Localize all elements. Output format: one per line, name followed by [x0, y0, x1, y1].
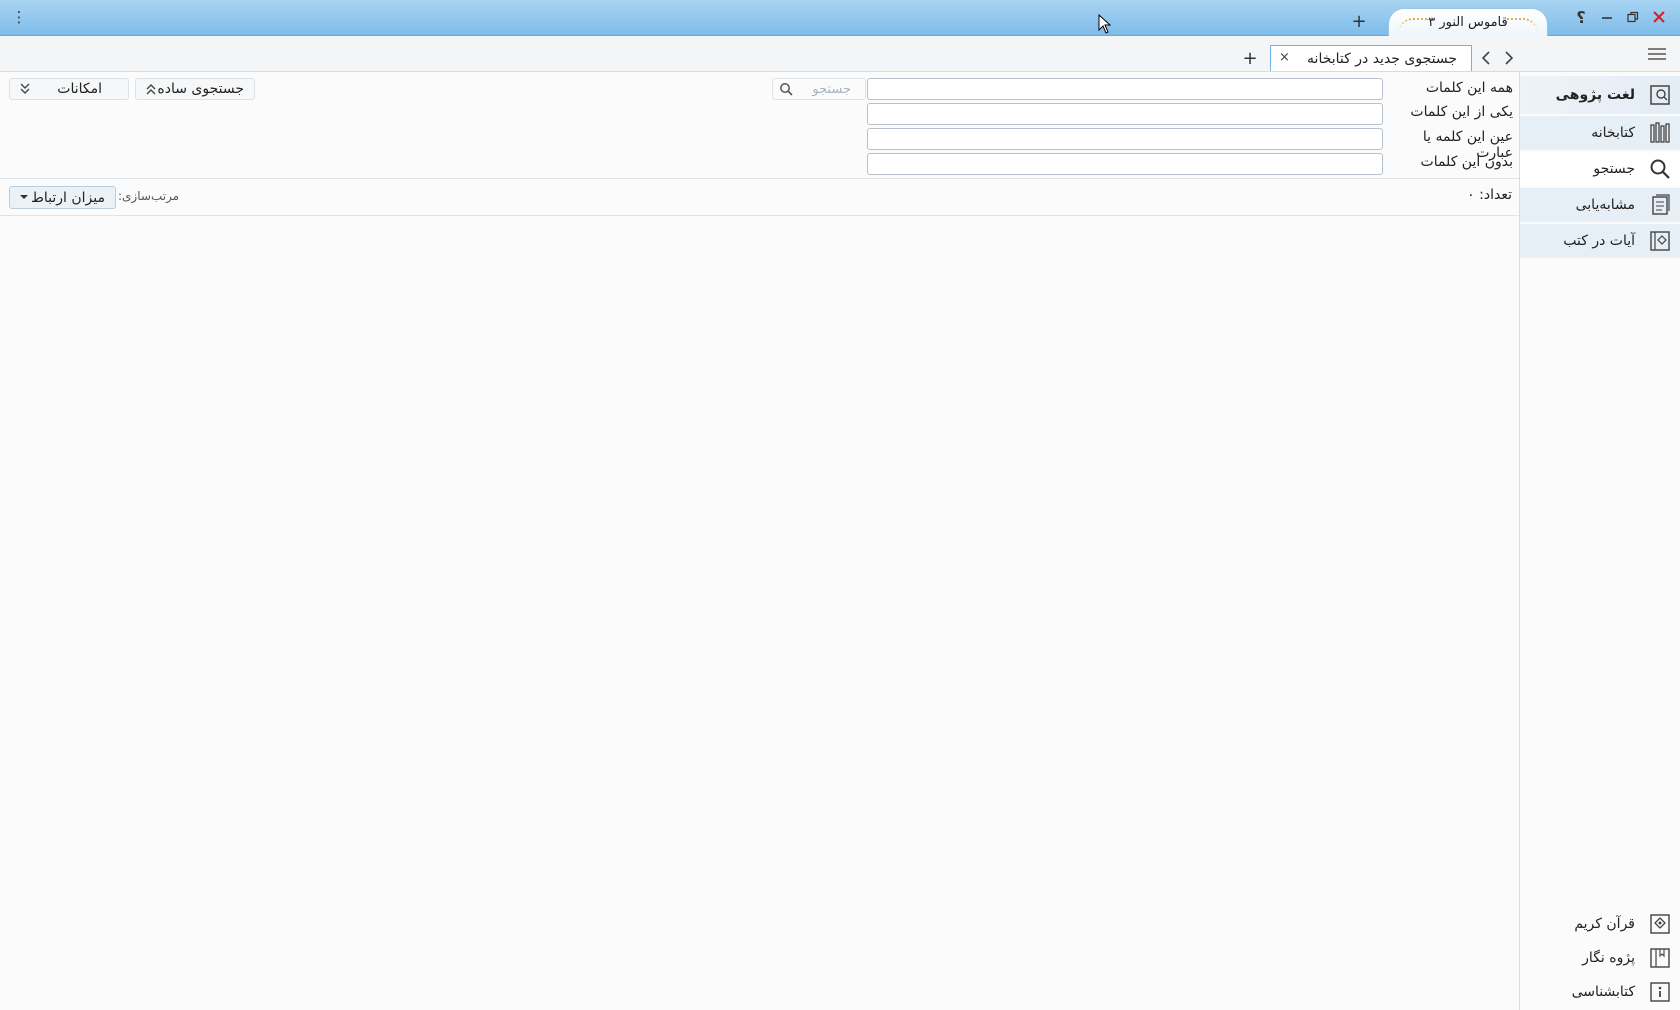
- double-chevron-up-icon: [146, 84, 156, 95]
- close-tab-icon[interactable]: ×: [1279, 50, 1290, 65]
- exact-phrase-input[interactable]: [867, 128, 1383, 150]
- options-label: امکانات: [57, 81, 102, 97]
- without-words-label: بدون این کلمات: [1420, 154, 1513, 170]
- sidebar-item-label: جستجو: [1593, 161, 1635, 177]
- sidebar-item-label: کتابخانه: [1591, 125, 1635, 141]
- sidebar-item-label: آیات در کتب: [1563, 233, 1635, 249]
- help-button[interactable]: ؟: [1570, 6, 1592, 28]
- lexicon-icon: [1647, 82, 1673, 108]
- search-button[interactable]: جستجو: [772, 78, 866, 100]
- document-tab-label: جستجوی جدید در کتابخانه: [1307, 50, 1457, 67]
- document-tab-strip: + جستجوی جدید در کتابخانه ×: [0, 36, 1680, 72]
- document-tab[interactable]: جستجوی جدید در کتابخانه ×: [1270, 45, 1472, 71]
- sidebar-item-verses-in-books[interactable]: آیات در کتب: [1520, 224, 1680, 258]
- chevron-left-icon: [1481, 51, 1490, 65]
- minimize-icon: [1602, 17, 1612, 19]
- app-tab-label: قاموس النور ۳: [1428, 15, 1508, 30]
- any-words-input[interactable]: [867, 103, 1383, 125]
- search-button-label: جستجو: [812, 81, 851, 97]
- all-words-input[interactable]: [867, 78, 1383, 100]
- sidebar-item-lexicon[interactable]: لغت پژوهی: [1520, 76, 1680, 114]
- without-words-input[interactable]: [867, 153, 1383, 175]
- restore-icon: [1627, 11, 1639, 23]
- quran-icon: [1647, 911, 1673, 937]
- sidebar-item-quran[interactable]: قرآن کریم: [1520, 907, 1680, 941]
- form-divider: [0, 178, 1519, 179]
- add-document-tab-button[interactable]: +: [1240, 47, 1260, 69]
- sidebar-item-label: قرآن کریم: [1574, 916, 1635, 932]
- any-words-label: یکی از این کلمات: [1410, 104, 1513, 120]
- sidebar-item-label: پژوه نگار: [1582, 950, 1635, 966]
- sidebar-item-label: مشابه‌یابی: [1575, 197, 1635, 213]
- scroll-tabs-left-button[interactable]: [1476, 48, 1496, 68]
- scroll-tabs-right-button[interactable]: [1499, 48, 1519, 68]
- simple-search-toggle[interactable]: جستجوی ساده: [135, 78, 255, 100]
- info-icon: [1647, 979, 1673, 1005]
- notebook-icon: [1647, 945, 1673, 971]
- sidebar-item-bibliography[interactable]: کتابشناسی: [1520, 975, 1680, 1009]
- search-icon: [780, 83, 793, 96]
- close-icon: [1653, 11, 1665, 23]
- mouse-cursor-icon: [1098, 14, 1112, 34]
- help-icon: ؟: [1576, 7, 1586, 27]
- all-words-label: همه این کلمات: [1425, 80, 1513, 96]
- library-icon: [1647, 120, 1673, 146]
- verses-in-books-icon: [1647, 228, 1673, 254]
- sort-label: مرتب‌سازی:: [118, 189, 180, 203]
- options-toggle[interactable]: امکانات: [9, 78, 129, 100]
- close-window-button[interactable]: [1648, 6, 1670, 28]
- simple-search-label: جستجوی ساده: [157, 81, 244, 97]
- plus-icon: +: [1242, 47, 1258, 69]
- minimize-button[interactable]: [1596, 6, 1618, 28]
- title-bar: ⋮ + قاموس النور ۳ ؟: [0, 0, 1680, 36]
- sidebar-item-similarity[interactable]: مشابه‌یابی: [1520, 188, 1680, 222]
- hamburger-menu-button[interactable]: [1647, 44, 1667, 64]
- sort-value: میزان ارتباط: [30, 189, 105, 206]
- sort-dropdown[interactable]: میزان ارتباط: [9, 186, 116, 209]
- double-chevron-down-icon: [20, 83, 30, 94]
- more-options-button[interactable]: ⋮: [8, 6, 30, 28]
- sidebar-item-search[interactable]: جستجو: [1520, 152, 1680, 186]
- restore-button[interactable]: [1622, 6, 1644, 28]
- vertical-dots-icon: ⋮: [11, 8, 27, 26]
- results-area: [0, 216, 1519, 1010]
- sidebar: لغت پژوهی کتابخانه جستجو مشابه‌یابی آیات…: [1519, 72, 1680, 1010]
- sidebar-item-library[interactable]: کتابخانه: [1520, 116, 1680, 150]
- similarity-icon: [1647, 192, 1673, 218]
- plus-icon: +: [1351, 10, 1367, 32]
- result-count: تعداد: ۰: [1467, 187, 1512, 203]
- sidebar-item-label: لغت پژوهی: [1555, 87, 1635, 103]
- sidebar-item-notebook[interactable]: پژوه نگار: [1520, 941, 1680, 975]
- new-app-tab-button[interactable]: +: [1348, 10, 1370, 32]
- hamburger-icon: [1648, 48, 1666, 60]
- search-icon: [1647, 156, 1673, 182]
- sidebar-item-label: کتابشناسی: [1571, 984, 1635, 1000]
- chevron-down-icon: [20, 195, 28, 199]
- chevron-right-icon: [1505, 51, 1514, 65]
- app-tab[interactable]: قاموس النور ۳: [1388, 8, 1548, 36]
